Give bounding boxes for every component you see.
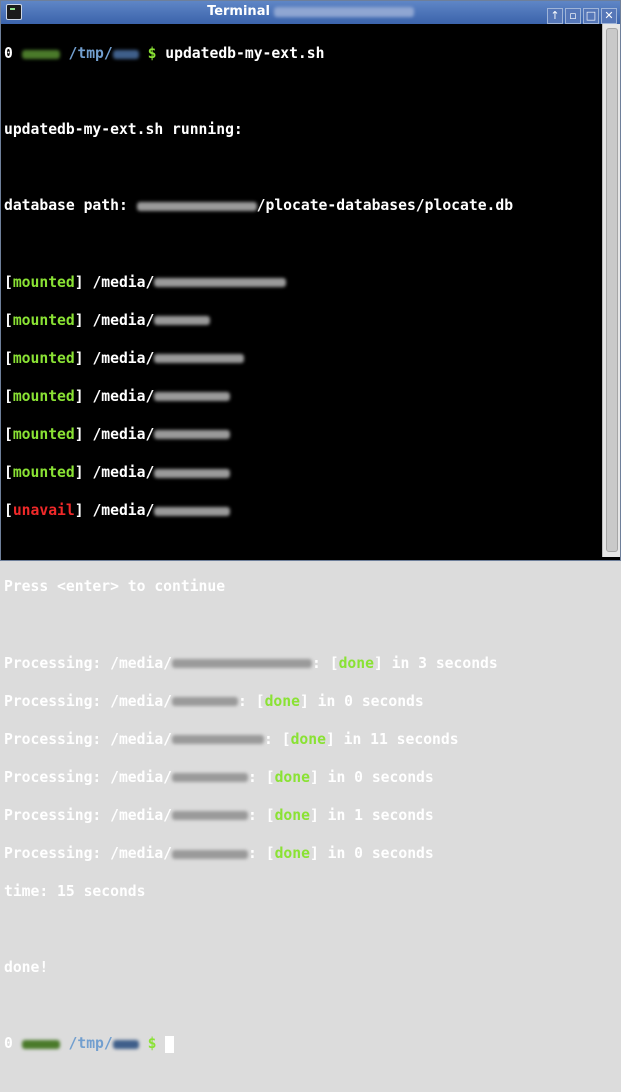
processing-label: Processing: (4, 692, 102, 710)
redacted-host (21, 49, 60, 59)
mount-line: [mounted] /media/ (4, 425, 601, 444)
processing-label: Processing: (4, 806, 102, 824)
processing-path: /media/ (110, 692, 173, 710)
processing-line: Processing: /media/: [done] in 1 seconds (4, 806, 434, 824)
mount-path: /media/ (92, 273, 155, 291)
db-path-label: database path: (4, 197, 128, 215)
processing-status: done (290, 730, 326, 748)
processing-time: 0 (354, 768, 363, 786)
db-path-line: database path: /plocate-databases/plocat… (4, 196, 601, 215)
mount-status: unavail (12, 502, 75, 520)
processing-label: Processing: (4, 730, 102, 748)
done-line: done! (4, 959, 49, 977)
mount-status: mounted (12, 273, 75, 291)
redacted-host (21, 1039, 60, 1049)
mount-path: /media/ (92, 502, 155, 520)
prompt-path: /tmp/ (68, 1035, 113, 1053)
mount-status: mounted (12, 349, 75, 367)
terminal-window: Terminal ↑ ▫ □ ✕ 0 /tmp/ $ updatedb-my-ext.… (0, 0, 621, 1053)
mount-path: /media/ (92, 349, 155, 367)
redacted-volume (172, 773, 249, 783)
redacted-volume (154, 354, 245, 364)
processing-time: 0 (354, 845, 363, 863)
terminal-output[interactable]: 0 /tmp/ $ updatedb-my-ext.sh updatedb-my… (4, 25, 601, 1053)
mount-line: [mounted] /media/ (4, 273, 601, 292)
prompt-path: /tmp/ (68, 45, 113, 63)
minimize-button[interactable]: ▫ (565, 8, 581, 24)
redacted-volume (172, 811, 249, 821)
mount-status: mounted (12, 425, 75, 443)
processing-label: Processing: (4, 845, 102, 863)
prompt-symbol: $ (147, 45, 157, 63)
processing-status: done (274, 768, 310, 786)
processing-path: /media/ (110, 845, 173, 863)
processing-line: Processing: /media/: [done] in 0 seconds (4, 692, 424, 710)
processing-label: Processing: (4, 654, 102, 672)
processing-path: /media/ (110, 768, 173, 786)
redacted-volume (172, 659, 313, 669)
redacted-dir (112, 49, 139, 59)
processing-time: 0 (344, 692, 353, 710)
redacted-volume (172, 697, 239, 707)
mount-line: [mounted] /media/ (4, 349, 601, 368)
processing-status: done (274, 806, 310, 824)
redacted-db-path (136, 201, 257, 211)
redacted-volume (172, 735, 265, 745)
exit-code: 0 (4, 1035, 13, 1053)
redacted-volume (154, 316, 211, 326)
processing-status: done (264, 692, 300, 710)
processing-status: done (338, 654, 374, 672)
exit-code: 0 (4, 45, 13, 63)
redacted-title (273, 6, 414, 17)
processing-time: 11 (370, 730, 388, 748)
window-controls: ↑ ▫ □ ✕ (545, 4, 617, 24)
vertical-scrollbar[interactable] (602, 24, 620, 557)
window-title: Terminal (1, 4, 620, 19)
processing-line: Processing: /media/: [done] in 0 seconds (4, 845, 434, 863)
redacted-volume (154, 430, 231, 440)
prompt-line: 0 /tmp/ $ (4, 1034, 601, 1053)
maximize-button[interactable]: □ (583, 8, 599, 24)
mount-line: [unavail] /media/ (4, 501, 601, 520)
redacted-volume (172, 849, 249, 859)
mount-line: [mounted] /media/ (4, 387, 601, 406)
processing-time: 3 (418, 654, 427, 672)
processing-time: 1 (354, 806, 363, 824)
mount-status: mounted (12, 464, 75, 482)
processing-label: Processing: (4, 768, 102, 786)
mount-line: [mounted] /media/ (4, 463, 601, 482)
processing-line: Processing: /media/: [done] in 11 second… (4, 730, 459, 748)
keep-above-button[interactable]: ↑ (547, 8, 563, 24)
processing-path: /media/ (110, 806, 173, 824)
redacted-volume (154, 468, 231, 478)
prompt-line: 0 /tmp/ $ updatedb-my-ext.sh (4, 44, 601, 63)
redacted-volume (154, 278, 287, 288)
mount-status: mounted (12, 387, 75, 405)
processing-status: done (274, 845, 310, 863)
mount-path: /media/ (92, 425, 155, 443)
time-line: time: 15 seconds (4, 883, 146, 901)
command-text: updatedb-my-ext.sh (165, 45, 325, 63)
mount-path: /media/ (92, 311, 155, 329)
text-cursor[interactable] (165, 1035, 175, 1053)
scrollbar-thumb[interactable] (606, 28, 618, 552)
processing-path: /media/ (110, 654, 173, 672)
db-path-suffix: /plocate-databases/plocate.db (256, 197, 514, 215)
close-button[interactable]: ✕ (601, 8, 617, 24)
redacted-dir (112, 1039, 139, 1049)
mount-line: [mounted] /media/ (4, 311, 601, 330)
title-bar[interactable]: Terminal ↑ ▫ □ ✕ (1, 1, 620, 24)
window-title-text: Terminal (207, 4, 270, 19)
mount-path: /media/ (92, 387, 155, 405)
processing-line: Processing: /media/: [done] in 0 seconds (4, 768, 434, 786)
processing-line: Processing: /media/: [done] in 3 seconds (4, 654, 498, 672)
processing-path: /media/ (110, 730, 173, 748)
mount-path: /media/ (92, 464, 155, 482)
mount-status: mounted (12, 311, 75, 329)
prompt-symbol: $ (147, 1035, 157, 1053)
redacted-volume (154, 392, 231, 402)
press-enter-line: Press <enter> to continue (4, 578, 226, 596)
redacted-volume (154, 506, 231, 516)
running-line: updatedb-my-ext.sh running: (4, 121, 243, 139)
